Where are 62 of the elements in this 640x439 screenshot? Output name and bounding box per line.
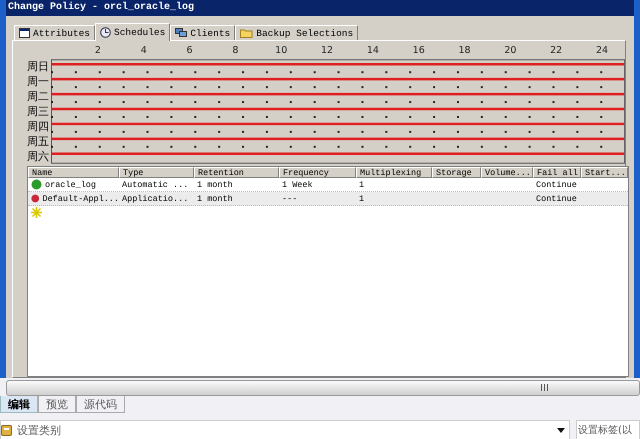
table-cell: Continue (536, 194, 577, 204)
hour-label: 2 (94, 45, 101, 58)
hour-label: 10 (275, 45, 288, 58)
day-label: 周五 (27, 134, 50, 149)
table-row[interactable]: Default-Appl... Applicatio... 1 month --- 1 Continue (28, 192, 628, 206)
column-header[interactable]: Frequency (279, 167, 356, 178)
table-cell: 1 month (197, 194, 233, 204)
column-header[interactable]: Storage (432, 167, 481, 178)
table-cell: oracle_log (45, 180, 96, 190)
hour-label: 22 (550, 45, 562, 58)
column-header[interactable]: Start... (581, 167, 628, 178)
table-cell: 1 month (197, 180, 233, 190)
hour-label: 4 (140, 45, 147, 58)
column-header[interactable]: Type (119, 167, 194, 178)
schedule-grid-drawing[interactable] (50, 59, 625, 164)
hour-label: 6 (186, 45, 193, 58)
window-icon (19, 28, 30, 38)
tab[interactable]: Clients (170, 25, 236, 40)
dropdown-arrow-icon (557, 428, 565, 432)
tag-field[interactable]: 设置标签(以 (576, 420, 640, 439)
table-cell: 1 Week (282, 180, 313, 190)
day-label: 周四 (27, 119, 50, 134)
table-cell: Automatic ... (122, 180, 188, 190)
hour-label: 8 (232, 45, 238, 58)
horizontal-scrollbar[interactable] (6, 380, 640, 396)
column-header[interactable]: Retention (194, 167, 279, 178)
table-cell: --- (282, 194, 298, 204)
table-cell: Continue (536, 180, 577, 190)
tab[interactable]: Attributes (14, 25, 96, 40)
category-input[interactable]: 设置类别 (15, 422, 554, 438)
table-cell: Applicatio... (122, 194, 188, 204)
tab[interactable]: 源代码 (76, 396, 125, 413)
tag-icon (1, 424, 12, 436)
computers-icon (175, 28, 188, 38)
table-cell: 1 (359, 194, 364, 204)
table-cell: Default-Appl... (42, 194, 119, 204)
sparkle-icon[interactable] (31, 207, 42, 218)
column-header[interactable]: Multiplexing (356, 167, 432, 178)
hour-label: 12 (321, 45, 334, 58)
window-title: Change Policy - orcl_oracle_log (6, 0, 634, 16)
tab[interactable]: Schedules (95, 23, 170, 41)
hour-label: 18 (458, 45, 471, 58)
hour-label: 20 (504, 45, 516, 58)
day-label: 周日 (27, 59, 50, 74)
column-header[interactable]: Name (28, 167, 119, 178)
hour-label: 16 (412, 45, 425, 58)
day-label: 周三 (27, 104, 50, 119)
hour-label: 24 (596, 45, 608, 58)
day-label: 周一 (27, 74, 50, 89)
tab[interactable]: 编辑 (0, 396, 38, 413)
table-cell: 1 (359, 180, 364, 190)
tab[interactable]: 预览 (38, 396, 76, 413)
category-dropdown[interactable]: 设置类别 (0, 420, 570, 439)
clock-icon (100, 27, 112, 38)
folder-icon (240, 28, 254, 38)
hour-label: 14 (366, 45, 379, 58)
column-header[interactable]: Volume... (481, 167, 533, 178)
day-label: 周二 (27, 89, 50, 104)
day-label: 周六 (27, 149, 50, 164)
tab[interactable]: Backup Selections (235, 25, 358, 40)
column-header[interactable]: Fail all (533, 167, 581, 178)
grip-icon (540, 384, 549, 391)
